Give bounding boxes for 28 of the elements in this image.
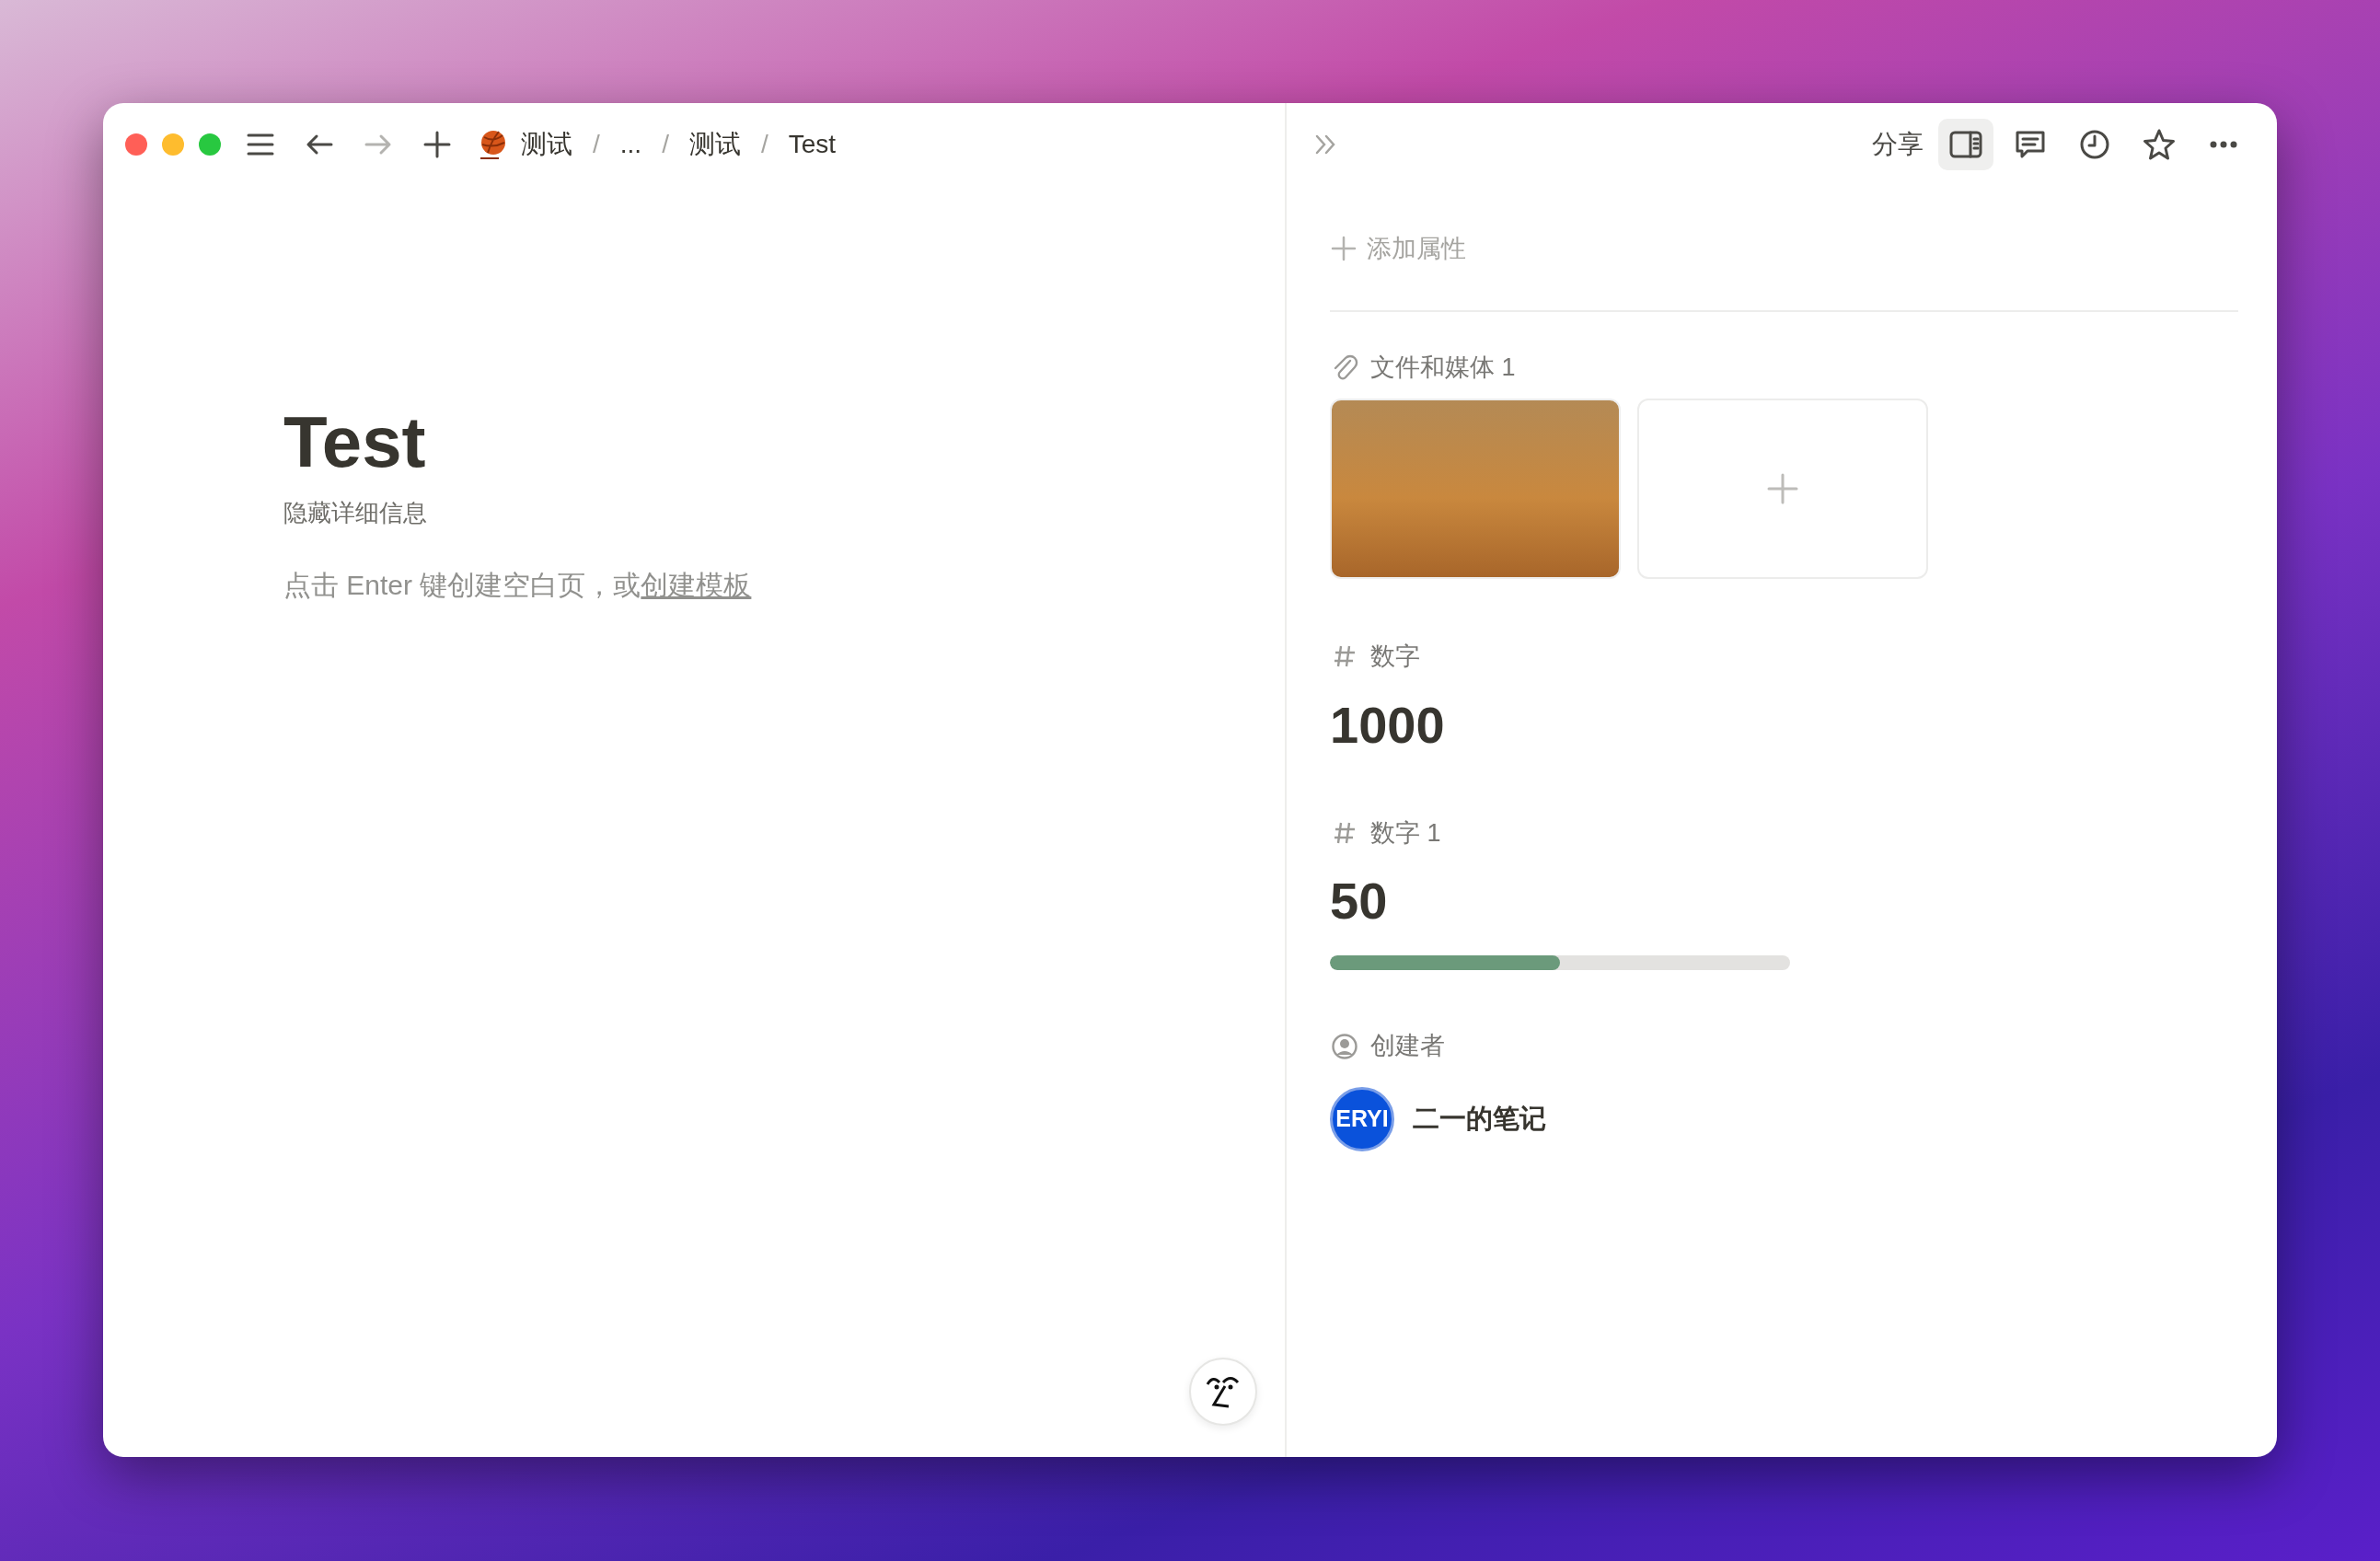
star-icon [2142, 127, 2177, 162]
hide-details-link[interactable]: 隐藏详细信息 [283, 494, 427, 531]
property-label: 创建者 [1370, 1031, 1445, 1062]
breadcrumb-separator: / [593, 129, 600, 160]
plus-icon [1330, 235, 1358, 263]
number-value: 1000 [1330, 694, 1446, 756]
plus-icon [422, 129, 453, 160]
breadcrumb-separator: / [760, 129, 768, 160]
property-label: 数字 1 [1370, 817, 1441, 849]
breadcrumb-link[interactable]: Test [788, 125, 837, 164]
breadcrumb-link[interactable]: 测试 [477, 125, 572, 164]
sidebar-button[interactable] [1938, 119, 1993, 170]
breadcrumb-link[interactable]: 测试 [688, 125, 741, 164]
share-button[interactable]: 分享 [1866, 119, 1929, 170]
add-property-label: 添加属性 [1367, 234, 1466, 264]
user-circle-icon [1330, 1031, 1359, 1061]
number-value: 50 [1330, 871, 1389, 932]
breadcrumb-label: 测试 [521, 129, 572, 160]
page-title: Test [283, 403, 427, 482]
breadcrumb-separator: / [662, 129, 669, 160]
property-label: 数字 [1370, 642, 1420, 672]
breadcrumb-link[interactable]: ... [619, 125, 642, 164]
close-window-button[interactable] [125, 133, 147, 156]
avatar-logo: ERYI [1330, 1086, 1394, 1151]
photo-placeholder[interactable] [1330, 399, 1621, 579]
empty-page-hint: 点击 Enter 键创建空白页，或创建模板 [283, 568, 753, 602]
property-label: 文件和媒体 1 [1370, 352, 1516, 383]
person-name: 二一的笔记 [1413, 1103, 1546, 1136]
